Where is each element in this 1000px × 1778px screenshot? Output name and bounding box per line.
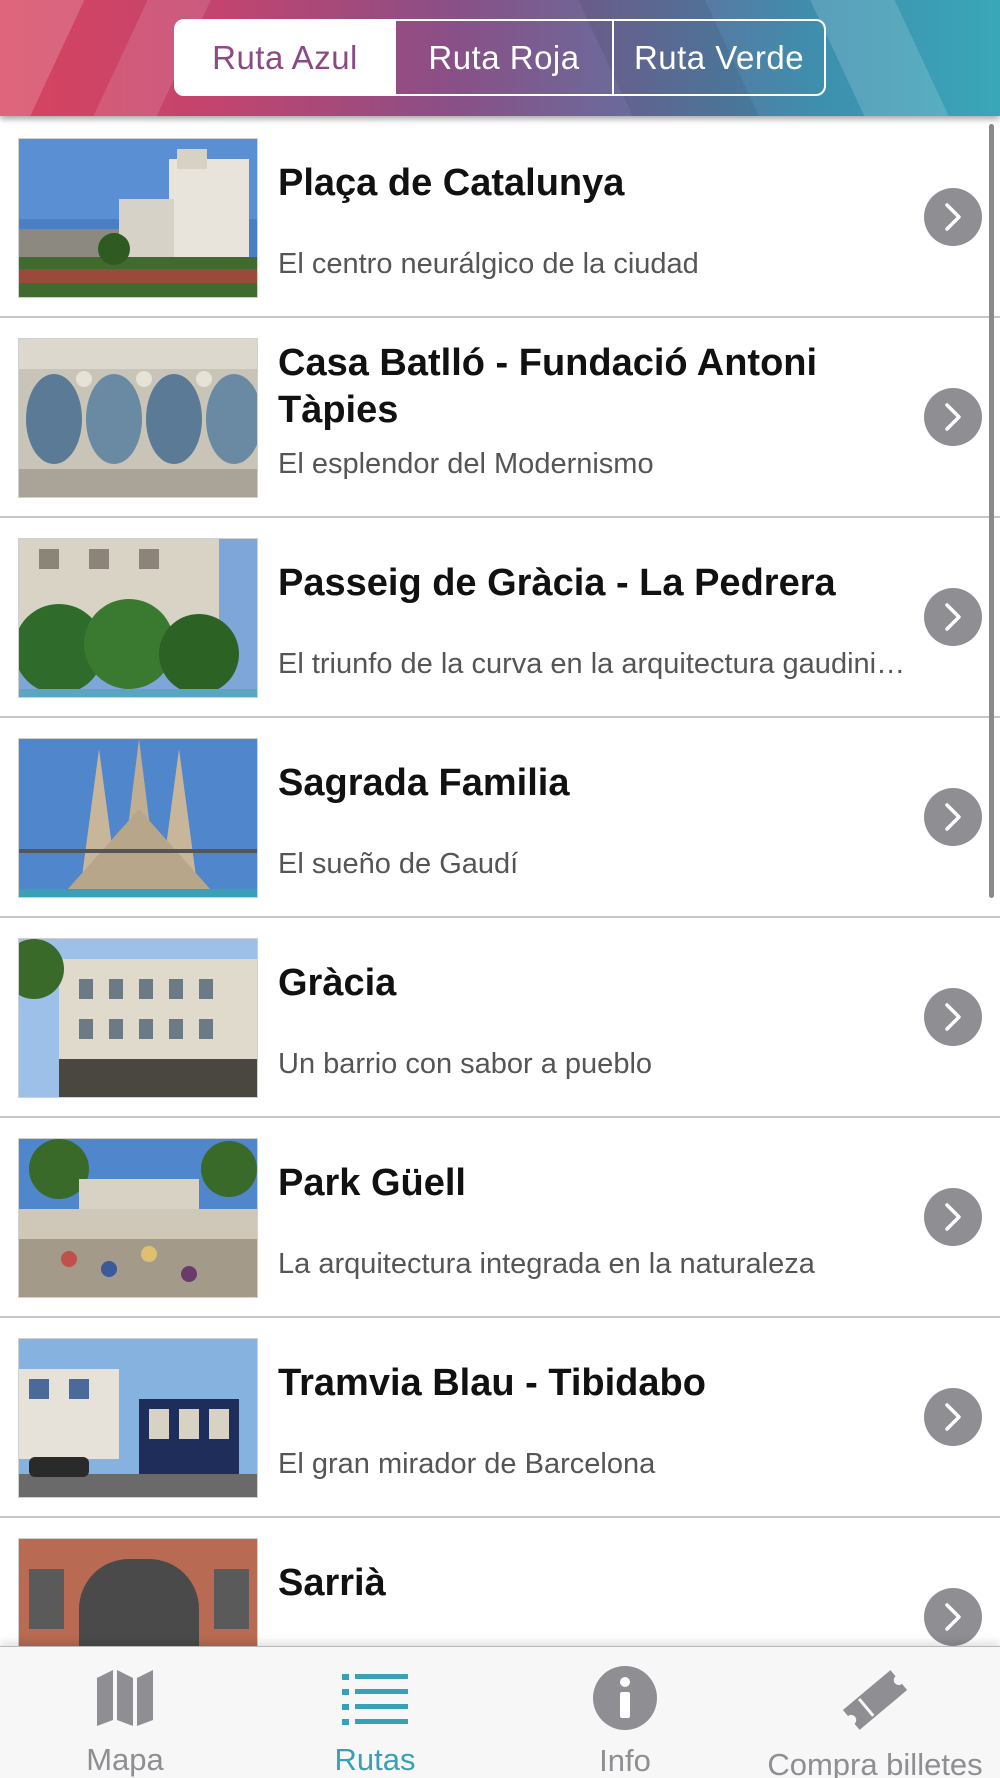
item-title: Park Güell (278, 1162, 466, 1204)
item-title: Sarrià (278, 1562, 386, 1604)
tab-rutas[interactable]: Rutas (250, 1647, 500, 1778)
tab-compra-billetes[interactable]: Compra billetes (750, 1647, 1000, 1778)
chevron-right-icon[interactable] (924, 1188, 982, 1246)
chevron-right-icon[interactable] (924, 188, 982, 246)
list-item[interactable]: Sarrià (0, 1518, 1000, 1646)
tab-bar: Mapa Rutas Info Compra billetes (0, 1646, 1000, 1778)
chevron-right-icon[interactable] (924, 988, 982, 1046)
list-item[interactable]: Tramvia Blau - Tibidabo El gran mirador … (0, 1318, 1000, 1518)
tab-label: Mapa (86, 1742, 164, 1777)
item-subtitle: El esplendor del Modernismo (278, 448, 654, 480)
segment-ruta-azul[interactable]: Ruta Azul (176, 21, 394, 94)
route-segmented-control[interactable]: Ruta Azul Ruta Roja Ruta Verde (174, 19, 826, 96)
chevron-right-icon[interactable] (924, 388, 982, 446)
item-subtitle: La arquitectura integrada en la naturale… (278, 1248, 815, 1280)
thumbnail-image (18, 1338, 258, 1498)
header-bar: Ruta Azul Ruta Roja Ruta Verde (0, 0, 1000, 116)
tab-label: Info (599, 1743, 651, 1778)
item-title: Sagrada Familia (278, 762, 570, 804)
item-subtitle: El triunfo de la curva en la arquitectur… (278, 648, 918, 680)
list-item[interactable]: Sagrada Familia El sueño de Gaudí (0, 718, 1000, 918)
item-title: Gràcia (278, 962, 397, 1004)
tab-info[interactable]: Info (500, 1647, 750, 1778)
item-title: Passeig de Gràcia - La Pedrera (278, 562, 836, 604)
list-item[interactable]: Plaça de Catalunya El centro neurálgico … (0, 118, 1000, 318)
thumbnail-image (18, 138, 258, 298)
item-title: Plaça de Catalunya (278, 162, 625, 204)
chevron-right-icon[interactable] (924, 1388, 982, 1446)
tab-label: Rutas (334, 1742, 416, 1777)
route-stop-list[interactable]: Plaça de Catalunya El centro neurálgico … (0, 118, 1000, 1646)
map-icon (90, 1665, 160, 1730)
scrollbar[interactable] (989, 124, 994, 898)
info-icon (590, 1665, 660, 1731)
thumbnail-image (18, 338, 258, 498)
thumbnail-image (18, 1138, 258, 1298)
list-icon (340, 1665, 410, 1730)
chevron-right-icon[interactable] (924, 1588, 982, 1646)
thumbnail-image (18, 938, 258, 1098)
item-subtitle: El sueño de Gaudí (278, 848, 519, 880)
segment-ruta-verde[interactable]: Ruta Verde (612, 21, 824, 94)
chevron-right-icon[interactable] (924, 588, 982, 646)
tab-label: Compra billetes (767, 1747, 983, 1778)
chevron-right-icon[interactable] (924, 788, 982, 846)
segment-ruta-roja[interactable]: Ruta Roja (394, 21, 612, 94)
item-subtitle: El gran mirador de Barcelona (278, 1448, 656, 1480)
thumbnail-image (18, 738, 258, 898)
list-item[interactable]: Park Güell La arquitectura integrada en … (0, 1118, 1000, 1318)
item-subtitle: El centro neurálgico de la ciudad (278, 248, 699, 280)
thumbnail-image (18, 1538, 258, 1646)
list-item[interactable]: Gràcia Un barrio con sabor a pueblo (0, 918, 1000, 1118)
ticket-icon (840, 1665, 910, 1735)
tab-mapa[interactable]: Mapa (0, 1647, 250, 1778)
thumbnail-image (18, 538, 258, 698)
item-title: Casa Batlló - Fundació Antoni Tàpies (278, 342, 818, 431)
item-subtitle: Un barrio con sabor a pueblo (278, 1048, 653, 1080)
list-item[interactable]: Passeig de Gràcia - La Pedrera El triunf… (0, 518, 1000, 718)
list-item[interactable]: Casa Batlló - Fundació Antoni Tàpies El … (0, 318, 1000, 518)
item-title: Tramvia Blau - Tibidabo (278, 1362, 706, 1404)
